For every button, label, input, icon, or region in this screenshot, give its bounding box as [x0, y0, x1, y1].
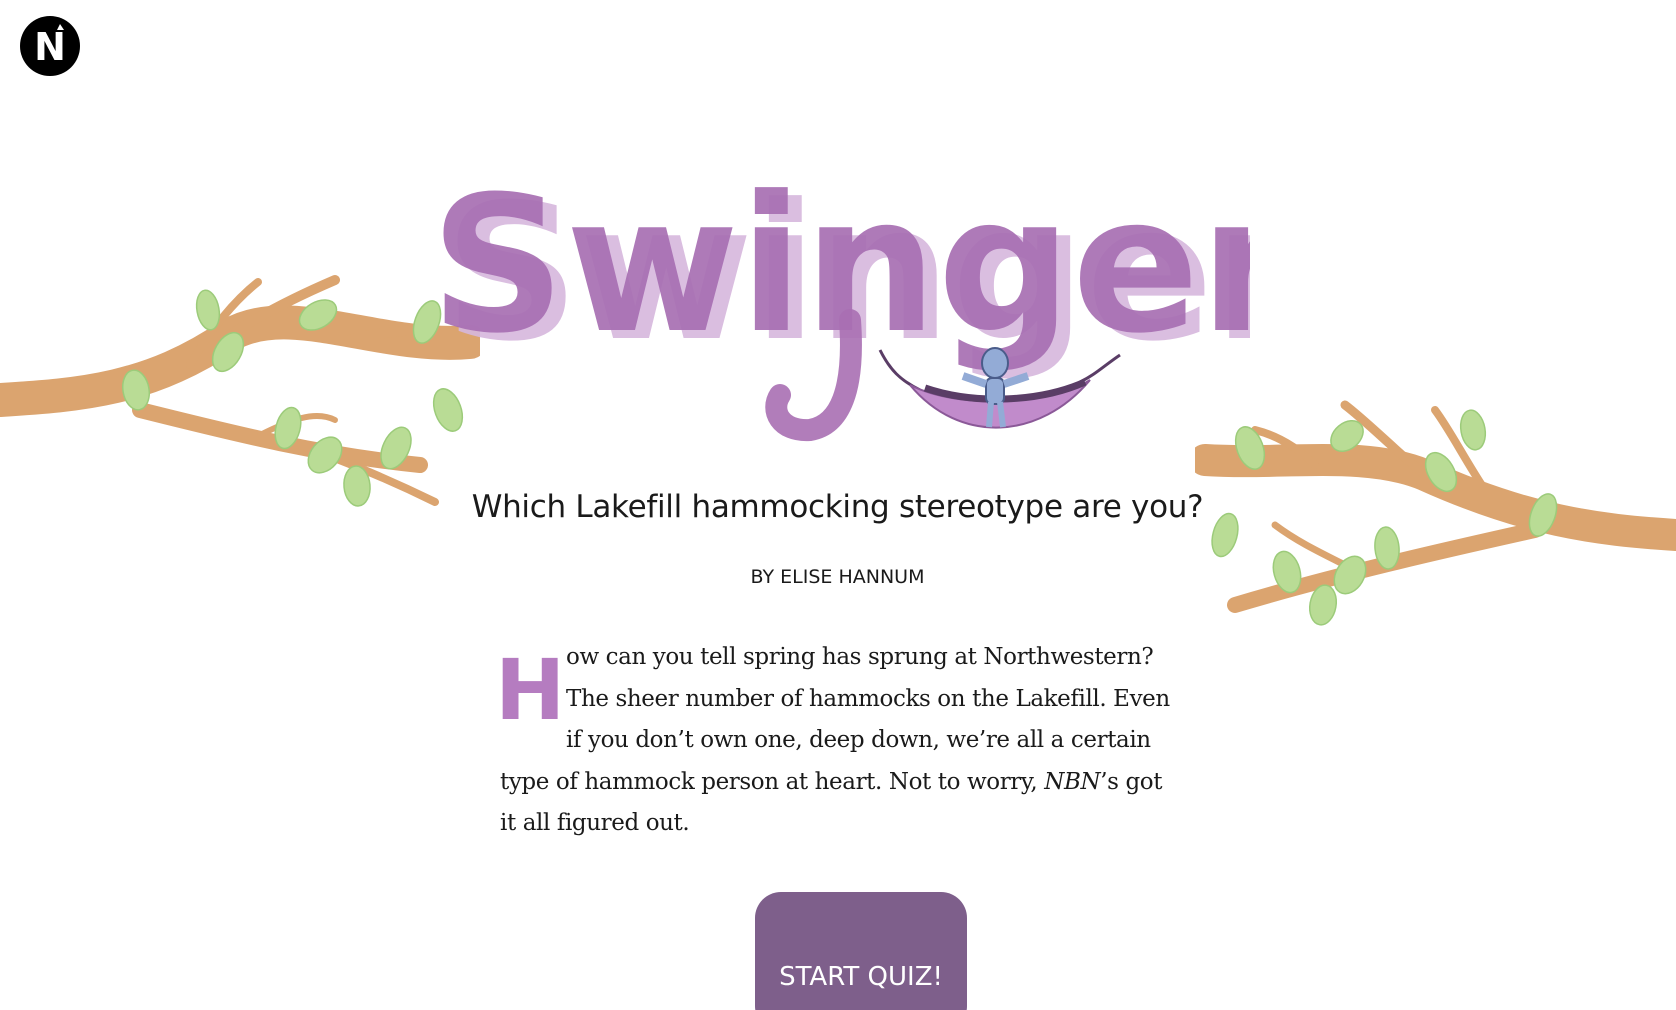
swingers-title-illustration: Swingers! Swingers! [430, 156, 1250, 442]
logo-letter: N [34, 25, 66, 69]
drop-cap-text: H [500, 649, 560, 727]
drop-cap-letter: H [500, 649, 560, 727]
n-logo-glyph: N [34, 24, 66, 69]
author-byline: BY ELISE HANNUM [750, 566, 925, 588]
intro-publication-name: NBN [1044, 768, 1101, 795]
logo-icon[interactable]: N [20, 16, 80, 76]
intro-paragraph: H ow can you tell spring has sprung at N… [500, 637, 1182, 845]
page-subtitle: Which Lakefill hammocking stereotype are… [471, 489, 1204, 525]
start-quiz-button[interactable]: START QUIZ! [755, 892, 967, 1010]
quiz-landing-page: N Swinge Swinger Which Lakefill hammocki… [0, 0, 1676, 1010]
left-branch-illustration [0, 275, 480, 507]
